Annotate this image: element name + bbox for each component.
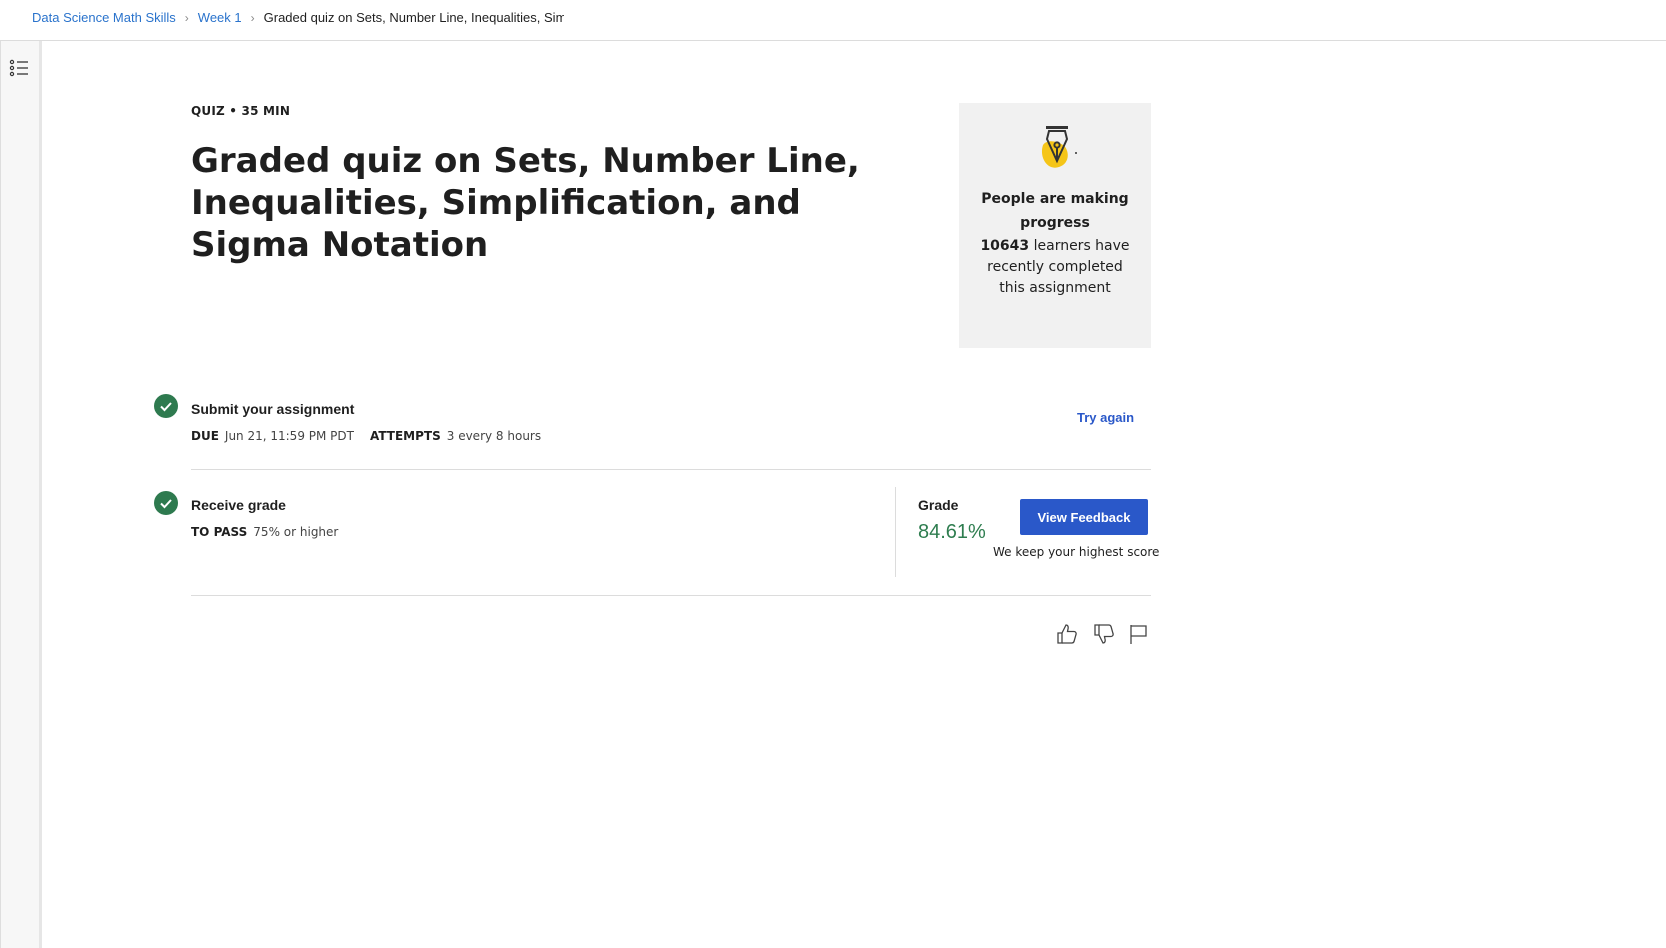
flag-icon[interactable]: [1127, 622, 1151, 646]
vertical-divider: [895, 487, 896, 577]
breadcrumb-current: Graded quiz on Sets, Number Line, Inequa…: [263, 10, 564, 25]
thumbs-down-icon[interactable]: [1092, 622, 1116, 646]
view-feedback-button[interactable]: View Feedback: [1020, 499, 1148, 535]
due-value: Jun 21, 11:59 PM PDT: [224, 429, 354, 443]
attempts-value: 3 every 8 hours: [446, 429, 542, 443]
divider: [191, 595, 1151, 596]
grade-step-meta: TO PASS 75% or higher: [191, 525, 354, 539]
breadcrumb-course-link[interactable]: Data Science Math Skills: [32, 10, 176, 25]
list-outline-icon[interactable]: [7, 55, 33, 81]
try-again-link[interactable]: Try again: [1077, 410, 1134, 425]
highest-score-note: We keep your highest score: [993, 545, 1160, 559]
grade-value: 84.61%: [918, 521, 986, 543]
left-sidebar: [0, 41, 42, 948]
breadcrumb-week-link[interactable]: Week 1: [198, 10, 242, 25]
progress-card: People are making progress 10643 learner…: [959, 103, 1151, 348]
to-pass-label: TO PASS: [191, 525, 248, 539]
chevron-right-icon: ›: [250, 10, 255, 25]
grade-step-title: Receive grade: [191, 497, 286, 513]
to-pass-value: 75% or higher: [253, 525, 339, 539]
quiz-meta: QUIZ • 35 MIN: [191, 104, 291, 118]
check-circle-icon: [154, 394, 178, 418]
page-title: Graded quiz on Sets, Number Line, Inequa…: [191, 141, 860, 265]
pen-nib-icon: [1029, 123, 1085, 175]
thumbs-up-icon[interactable]: [1055, 622, 1079, 646]
learner-count: 10643: [980, 238, 1030, 254]
breadcrumb: Data Science Math Skills › Week 1 › Grad…: [32, 10, 564, 25]
progress-body: 10643 learners have recently completed t…: [959, 236, 1151, 299]
check-circle-icon: [154, 491, 178, 515]
attempts-label: ATTEMPTS: [369, 429, 441, 443]
submit-step-title: Submit your assignment: [191, 401, 355, 417]
top-bar: Data Science Math Skills › Week 1 › Grad…: [0, 0, 1666, 41]
grade-label: Grade: [918, 497, 959, 513]
due-label: DUE: [191, 429, 219, 443]
chevron-right-icon: ›: [184, 10, 189, 25]
divider: [191, 469, 1151, 470]
progress-heading: People are making progress: [981, 191, 1129, 231]
submit-step-meta: DUE Jun 21, 11:59 PM PDT ATTEMPTS 3 every 8…: [191, 429, 557, 443]
